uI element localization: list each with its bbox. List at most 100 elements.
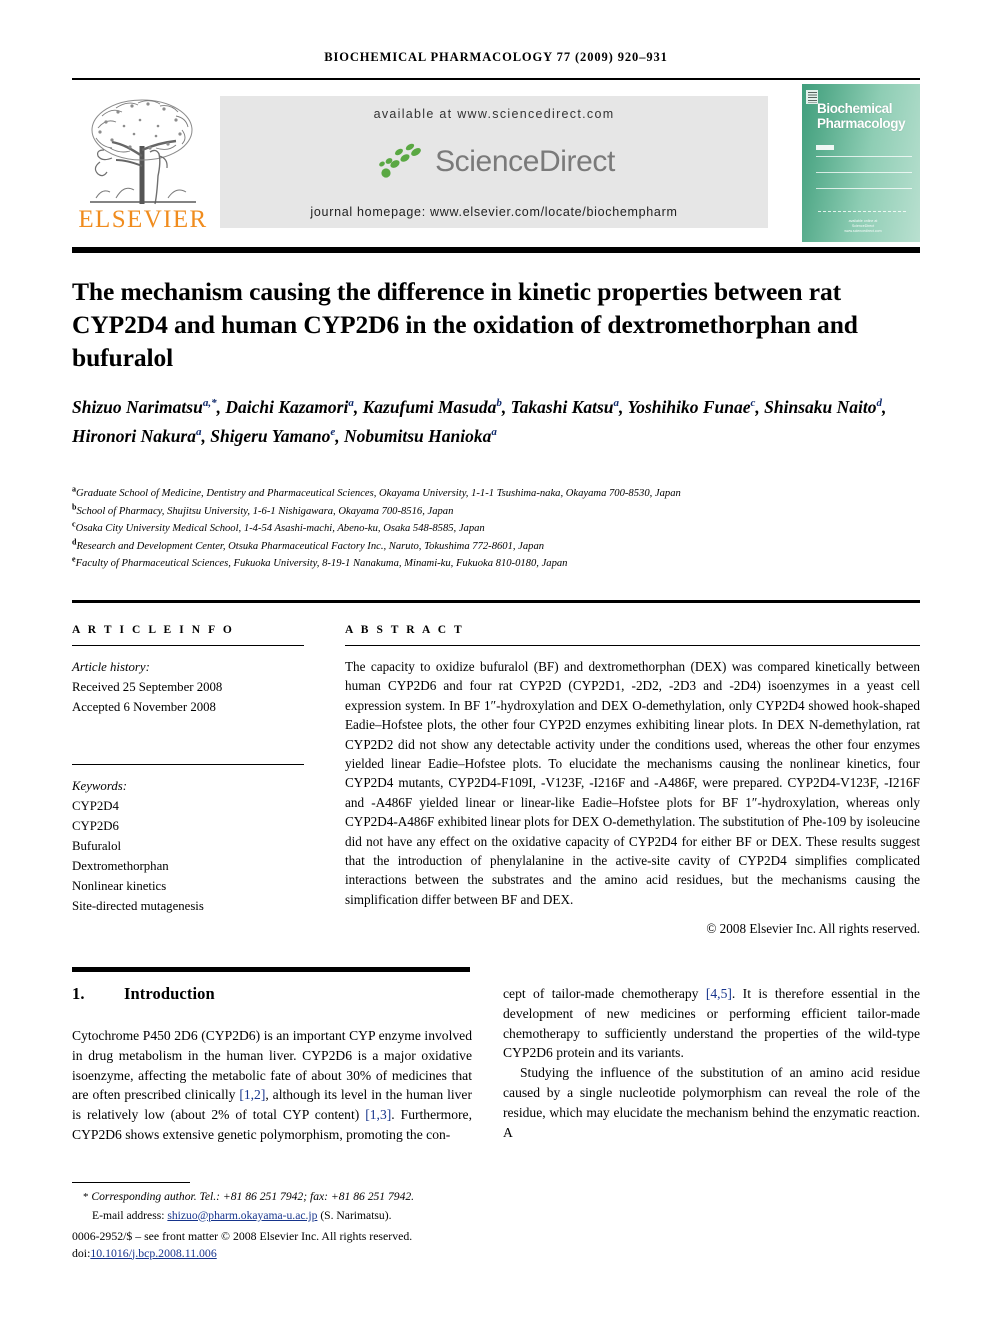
email-label: E-mail address: — [92, 1208, 168, 1222]
author-affiliation-marker: a — [348, 397, 354, 410]
intro-paragraph-2: Studying the influence of the substituti… — [503, 1065, 920, 1140]
abstract-section: A B S T R A C T The capacity to oxidize … — [345, 624, 920, 937]
footnote-block: * Corresponding author. Tel.: +81 86 251… — [72, 1188, 502, 1224]
cover-rule-2 — [816, 172, 912, 173]
cover-footer-text: available online at ScienceDirect www.scie… — [844, 219, 882, 233]
author-affiliation-marker: c — [750, 397, 756, 410]
keyword-item: Site-directed mutagenesis — [72, 899, 204, 913]
sciencedirect-logo: ScienceDirect — [220, 138, 768, 186]
author-name: Shizuo Narimatsu — [72, 397, 203, 417]
doi-line: doi:10.1016/j.bcp.2008.11.006 — [72, 1245, 522, 1262]
author-name: Kazufumi Masuda — [362, 397, 497, 417]
keywords-divider — [72, 764, 304, 765]
abstract-text: The capacity to oxidize bufuralol (BF) a… — [345, 659, 920, 907]
section-number: 1. — [72, 984, 85, 1003]
affiliation-item: aGraduate School of Medicine, Dentistry … — [72, 485, 920, 503]
author-affiliation-marker: d — [876, 397, 882, 410]
affiliation-text: Faculty of Pharmaceutical Sciences, Fuku… — [75, 558, 568, 570]
affiliation-text: Graduate School of Medicine, Dentistry a… — [76, 488, 681, 499]
author-name: Takashi Katsu — [510, 397, 614, 417]
sciencedirect-wordmark: ScienceDirect — [435, 145, 615, 178]
cover-rule-3 — [816, 188, 912, 189]
body-column-right: cept of tailor-made chemotherapy [4,5]. … — [503, 984, 920, 1142]
citation-1-3[interactable]: [1,3] — [365, 1107, 391, 1122]
page-title: The mechanism causing the difference in … — [72, 277, 858, 373]
email-line: E-mail address: shizuo@pharm.okayama-u.a… — [72, 1207, 502, 1225]
affiliation-item: bSchool of Pharmacy, Shujitsu University… — [72, 503, 920, 521]
cover-title-line2: Pharmacology — [817, 116, 906, 131]
author-name: Hironori Nakura — [72, 425, 196, 446]
article-history-label: Article history: — [72, 660, 150, 674]
doi-label: doi: — [72, 1245, 91, 1260]
intro-paragraph-1-continued: cept of tailor-made chemotherapy [4,5]. … — [503, 984, 920, 1063]
keyword-item: Dextromethorphan — [72, 859, 169, 873]
corresponding-author-marker: * — [83, 1191, 89, 1203]
masthead-bottom-rule — [72, 247, 920, 253]
affiliation-text: School of Pharmacy, Shujitsu University,… — [76, 505, 454, 517]
email-link[interactable]: shizuo@pharm.okayama-u.ac.jp — [167, 1209, 317, 1222]
article-history-block: Article history: Received 25 September 2… — [72, 657, 304, 717]
keyword-item: CYP2D6 — [72, 819, 119, 833]
elsevier-tree-icon — [90, 99, 196, 205]
affiliation-item: dResearch and Development Center, Otsuka… — [72, 538, 920, 556]
article-info-section: A R T I C L E I N F O Article history: R… — [72, 624, 304, 916]
intro-paragraph-1: Cytochrome P450 2D6 (CYP2D6) is an impor… — [72, 1026, 472, 1145]
elsevier-wordmark: ELSEVIER — [78, 206, 208, 233]
body-column-left: 1. Introduction Cytochrome P450 2D6 (CYP2… — [72, 984, 472, 1145]
cover-title-line1: Biochemical — [817, 101, 893, 116]
abstract-heading: A B S T R A C T — [345, 624, 465, 636]
citation-4-5[interactable]: [4,5] — [706, 986, 732, 1001]
journal-cover-thumbnail: Biochemical Pharmacology available onlin… — [802, 84, 920, 242]
masthead: ELSEVIER available at www.sciencedirect.… — [72, 84, 920, 242]
journal-article-page: BIOCHEMICAL PHARMACOLOGY 77 (2009) 920–9… — [0, 0, 992, 1323]
author-name: Shigeru Yamano — [210, 425, 331, 446]
front-matter-line: 0006-2952/$ – see front matter © 2008 El… — [72, 1229, 413, 1243]
sciencedirect-banner: available at www.sciencedirect.com Scien… — [220, 96, 768, 228]
keywords-block: Keywords: CYP2D4 CYP2D6 Bufuralol Dextromet… — [72, 776, 304, 916]
author-name: Shinsaku Naito — [764, 397, 877, 417]
author-affiliation-marker: e — [330, 425, 336, 438]
intro-text-d: cept of tailor-made chemotherapy — [503, 986, 706, 1001]
author-affiliation-marker: a — [613, 397, 620, 410]
body-top-rule — [72, 967, 470, 972]
cover-title: Biochemical Pharmacology — [817, 101, 906, 131]
author-list: Shizuo Narimatsua,*, Daichi Kazamoria, K… — [72, 397, 887, 446]
doi-link[interactable]: 10.1016/j.bcp.2008.11.006 — [90, 1246, 216, 1260]
cover-accent-bar — [816, 145, 834, 150]
elsevier-logo: ELSEVIER — [72, 86, 214, 238]
keywords-label: Keywords: — [72, 779, 127, 793]
abstract-copyright: © 2008 Elsevier Inc. All rights reserved… — [706, 921, 920, 937]
running-head: BIOCHEMICAL PHARMACOLOGY 77 (2009) 920–9… — [324, 50, 668, 64]
author-affiliation-marker: a — [196, 425, 202, 438]
citation-1-2[interactable]: [1,2] — [239, 1087, 265, 1102]
cover-dashed-rule — [818, 211, 906, 212]
corresponding-author-text: Corresponding author. Tel.: +81 86 251 7… — [91, 1190, 415, 1203]
article-info-divider — [72, 645, 304, 646]
author-name: Yoshihiko Funae — [627, 397, 751, 417]
abstract-divider — [345, 645, 920, 646]
author-affiliation-marker: a — [491, 425, 497, 438]
keywords-items: CYP2D4 CYP2D6 Bufuralol Dextromethorphan Non… — [72, 796, 304, 916]
header-rule — [72, 78, 920, 80]
author-name: Daichi Kazamori — [225, 397, 349, 417]
author-affiliation-marker: b — [496, 397, 502, 410]
corresponding-author-line: * Corresponding author. Tel.: +81 86 251… — [72, 1188, 502, 1207]
cover-rule-1 — [816, 156, 912, 157]
article-accepted-date: Accepted 6 November 2008 — [72, 700, 216, 714]
colophon-block: 0006-2952/$ – see front matter © 2008 El… — [72, 1228, 522, 1261]
keyword-item: Nonlinear kinetics — [72, 879, 167, 893]
affiliation-text: Osaka City University Medical School, 1-… — [75, 523, 485, 535]
article-info-heading: A R T I C L E I N F O — [72, 624, 235, 636]
keyword-item: Bufuralol — [72, 839, 122, 853]
journal-homepage-text: journal homepage: www.elsevier.com/locat… — [310, 205, 678, 219]
article-received-date: Received 25 September 2008 — [72, 680, 223, 694]
affiliation-item: eFaculty of Pharmaceutical Sciences, Fuk… — [72, 555, 920, 573]
affiliation-item: cOsaka City University Medical School, 1… — [72, 520, 920, 538]
abstract-top-rule — [72, 600, 920, 603]
sciencedirect-leaf-icon — [379, 143, 421, 178]
footnote-rule — [72, 1182, 190, 1183]
section-title: Introduction — [124, 984, 215, 1003]
keyword-item: CYP2D4 — [72, 799, 119, 813]
section-heading-introduction: 1. Introduction — [72, 984, 472, 1004]
